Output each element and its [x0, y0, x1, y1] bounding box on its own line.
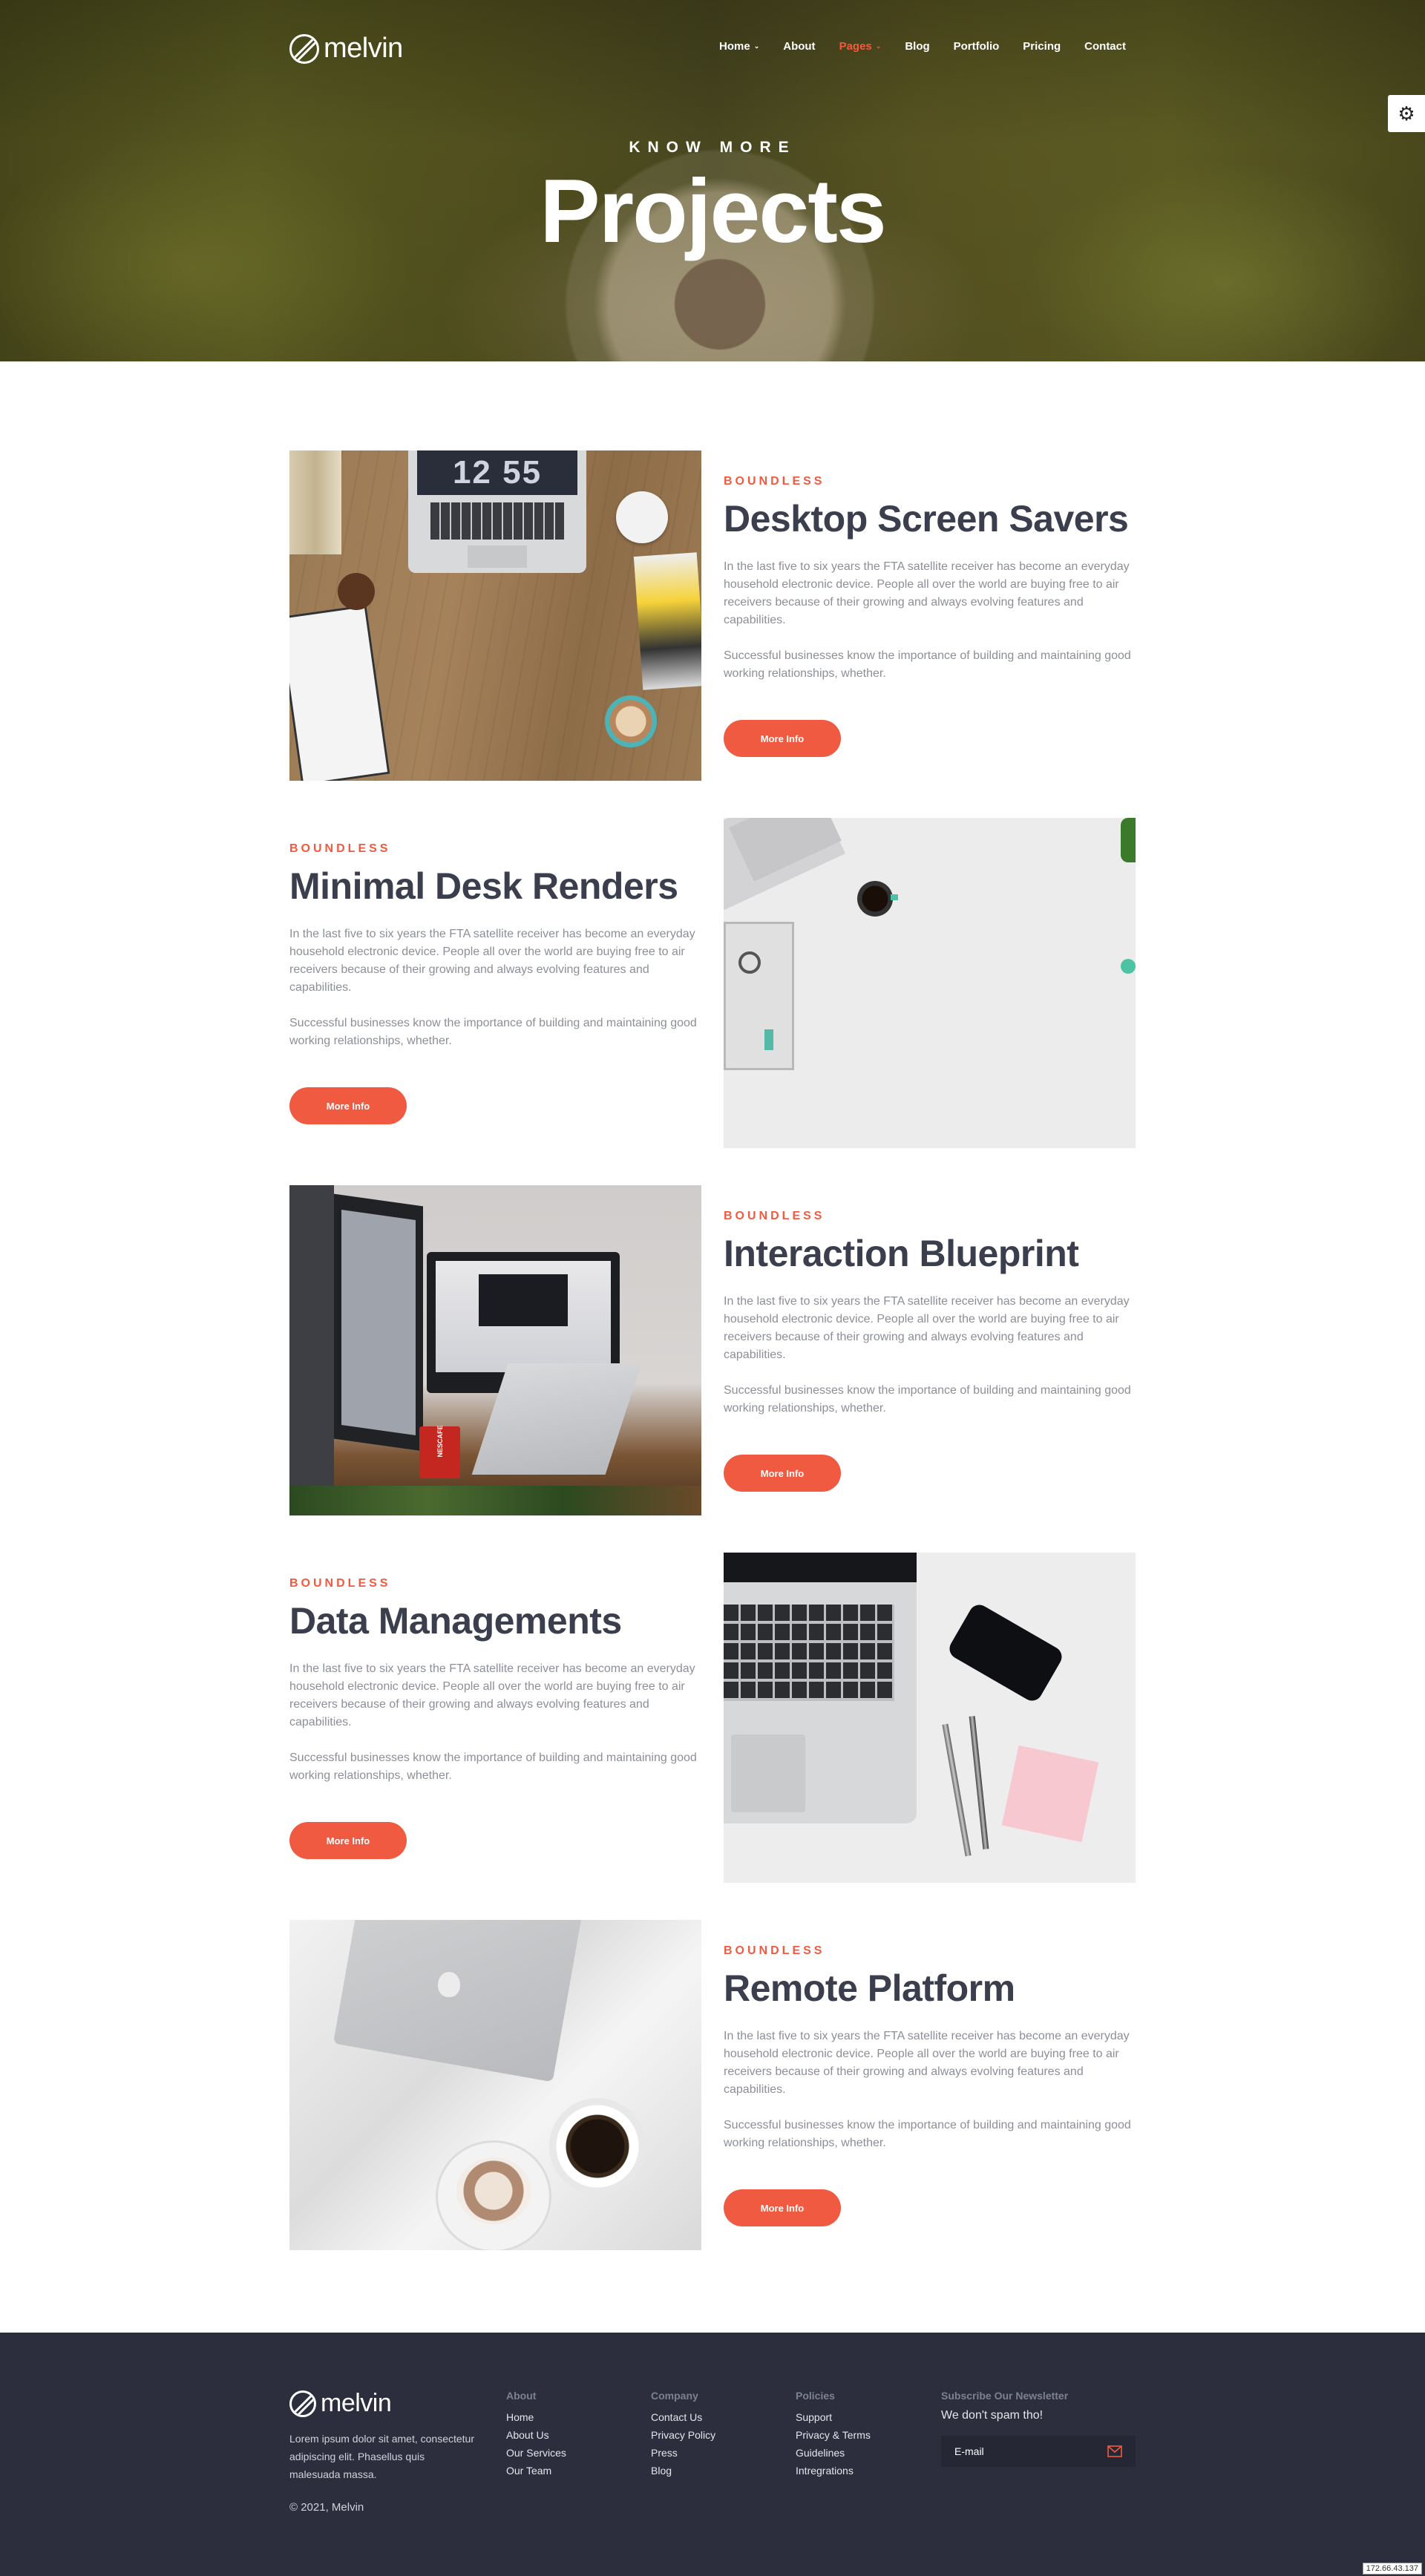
footer-link[interactable]: Privacy & Terms: [796, 2426, 871, 2444]
project-description: In the last five to six years the FTA sa…: [724, 2030, 1130, 2096]
newsletter-title: Subscribe Our Newsletter: [941, 2390, 1069, 2402]
hero-kicker: KNOW MORE: [629, 139, 796, 156]
footer-description: Lorem ipsum dolor sit amet, consectetur …: [289, 2433, 474, 2480]
footer-column-about: About Home About Us Our Services Our Tea…: [506, 2390, 566, 2480]
project-title: Desktop Screen Savers: [724, 498, 1129, 540]
nav-item-contact[interactable]: Contact: [1084, 40, 1126, 53]
project-text: BOUNDLESS Data Managements In the last f…: [289, 1553, 705, 1859]
footer-link[interactable]: Our Team: [506, 2462, 566, 2480]
project-text: BOUNDLESS Remote Platform In the last fi…: [724, 1920, 1139, 2226]
chevron-down-icon: ⌄: [753, 42, 760, 50]
nav-item-about[interactable]: About: [783, 40, 815, 53]
project-image-minimal-desk: [724, 818, 1136, 1148]
more-info-button[interactable]: More Info: [289, 1087, 407, 1124]
project-tag: BOUNDLESS: [724, 475, 825, 488]
logo-mark-icon: [289, 33, 319, 64]
project-description-secondary: Successful businesses know the importanc…: [289, 1017, 697, 1047]
project-description-secondary: Successful businesses know the importanc…: [724, 1384, 1131, 1415]
project-card: BOUNDLESS Data Managements In the last f…: [289, 1553, 1136, 1883]
envelope-icon[interactable]: [1107, 2445, 1122, 2457]
footer-link[interactable]: About Us: [506, 2426, 566, 2444]
mug-brand-text: NESCAFE: [436, 1425, 444, 1458]
project-title: Data Managements: [289, 1600, 622, 1642]
more-info-button[interactable]: More Info: [724, 1455, 841, 1492]
nav-item-label: Contact: [1084, 40, 1126, 53]
project-card: 12 55 BOUNDLESS Desktop Screen Savers In…: [289, 450, 1136, 781]
nav-item-label: About: [783, 40, 816, 53]
project-description: In the last five to six years the FTA sa…: [289, 1662, 695, 1728]
top-navigation: melvin Home ⌄ About Pages ⌄ Blog Portfolio Pric…: [0, 0, 1425, 96]
logo-mark-icon: [289, 2390, 316, 2417]
more-info-button[interactable]: More Info: [724, 2189, 841, 2226]
footer-link[interactable]: Press: [651, 2444, 715, 2462]
footer-link[interactable]: Our Services: [506, 2444, 566, 2462]
newsletter: Subscribe Our Newsletter We don't spam t…: [941, 2390, 1136, 2467]
nav-item-blog[interactable]: Blog: [905, 40, 929, 53]
nav-item-label: Pricing: [1023, 40, 1061, 53]
project-tag: BOUNDLESS: [724, 1210, 825, 1222]
project-title: Minimal Desk Renders: [289, 865, 678, 907]
nav-item-label: Portfolio: [953, 40, 1000, 53]
footer-brand-name: melvin: [321, 2389, 392, 2417]
project-description: In the last five to six years the FTA sa…: [724, 560, 1130, 626]
laptop-clock-text: 12 55: [452, 454, 543, 491]
project-tag: BOUNDLESS: [289, 842, 391, 855]
nav-item-pages[interactable]: Pages ⌄: [839, 40, 882, 53]
project-title: Remote Platform: [724, 1967, 1015, 2009]
footer-link[interactable]: Privacy Policy: [651, 2426, 715, 2444]
footer-column-policies: Policies Support Privacy & Terms Guideli…: [796, 2390, 871, 2480]
nav-item-label: Blog: [905, 40, 930, 53]
footer-link[interactable]: Blog: [651, 2462, 715, 2480]
project-image-imac-workspace: NESCAFE: [289, 1185, 701, 1515]
project-title: Interaction Blueprint: [724, 1233, 1079, 1274]
nav-item-home[interactable]: Home ⌄: [719, 40, 759, 53]
newsletter-subtitle: We don't spam tho!: [941, 2409, 1044, 2422]
project-description-secondary: Successful businesses know the importanc…: [289, 1751, 697, 1782]
nav-item-label: Pages: [839, 40, 872, 53]
footer-link[interactable]: Home: [506, 2408, 566, 2426]
hero-banner: melvin Home ⌄ About Pages ⌄ Blog Portfolio Pric…: [0, 0, 1425, 361]
main-menu: Home ⌄ About Pages ⌄ Blog Portfolio Pricing Cont…: [719, 40, 1126, 53]
project-tag: BOUNDLESS: [289, 1577, 391, 1590]
project-card: BOUNDLESS Remote Platform In the last fi…: [289, 1920, 1136, 2250]
project-image-bed-coffee: [289, 1920, 701, 2250]
more-info-button[interactable]: More Info: [289, 1822, 407, 1859]
project-description-secondary: Successful businesses know the importanc…: [724, 2119, 1131, 2149]
footer-column-title: Policies: [796, 2390, 835, 2402]
more-info-button[interactable]: More Info: [724, 720, 841, 757]
project-description: In the last five to six years the FTA sa…: [724, 1295, 1130, 1361]
footer-link[interactable]: Intregrations: [796, 2462, 871, 2480]
project-card: NESCAFE BOUNDLESS Interaction Blueprint …: [289, 1185, 1136, 1515]
settings-button[interactable]: ⚙: [1388, 95, 1425, 132]
nav-item-portfolio[interactable]: Portfolio: [954, 40, 1000, 53]
page-title: Projects: [540, 160, 886, 261]
project-tag: BOUNDLESS: [724, 1944, 825, 1957]
project-text: BOUNDLESS Interaction Blueprint In the l…: [724, 1185, 1139, 1492]
project-description-secondary: Successful businesses know the importanc…: [724, 649, 1131, 680]
brand-logo[interactable]: melvin: [289, 33, 403, 65]
footer-brand-logo[interactable]: melvin: [289, 2389, 392, 2418]
email-input[interactable]: [954, 2445, 1095, 2457]
footer-link[interactable]: Guidelines: [796, 2444, 871, 2462]
chevron-down-icon: ⌄: [875, 42, 882, 50]
brand-name: melvin: [324, 33, 403, 64]
project-card: BOUNDLESS Minimal Desk Renders In the la…: [289, 818, 1136, 1148]
project-image-laptop-phone: [724, 1553, 1136, 1883]
project-image-desk-laptop: 12 55: [289, 450, 701, 781]
ip-address-badge: 172.66.43.137: [1362, 2563, 1422, 2575]
copyright: © 2021, Melvin: [289, 2501, 364, 2514]
footer-column-title: Company: [651, 2390, 698, 2402]
footer-column-title: About: [506, 2390, 537, 2402]
site-footer: melvin Lorem ipsum dolor sit amet, conse…: [0, 2333, 1425, 2576]
project-text: BOUNDLESS Minimal Desk Renders In the la…: [289, 818, 705, 1124]
footer-link[interactable]: Contact Us: [651, 2408, 715, 2426]
project-text: BOUNDLESS Desktop Screen Savers In the l…: [724, 450, 1139, 757]
nav-item-label: Home: [719, 40, 750, 53]
footer-link[interactable]: Support: [796, 2408, 871, 2426]
project-description: In the last five to six years the FTA sa…: [289, 928, 695, 994]
nav-item-pricing[interactable]: Pricing: [1023, 40, 1061, 53]
newsletter-form: [941, 2436, 1136, 2467]
footer-column-company: Company Contact Us Privacy Policy Press …: [651, 2390, 715, 2480]
gear-icon: ⚙: [1398, 102, 1415, 125]
